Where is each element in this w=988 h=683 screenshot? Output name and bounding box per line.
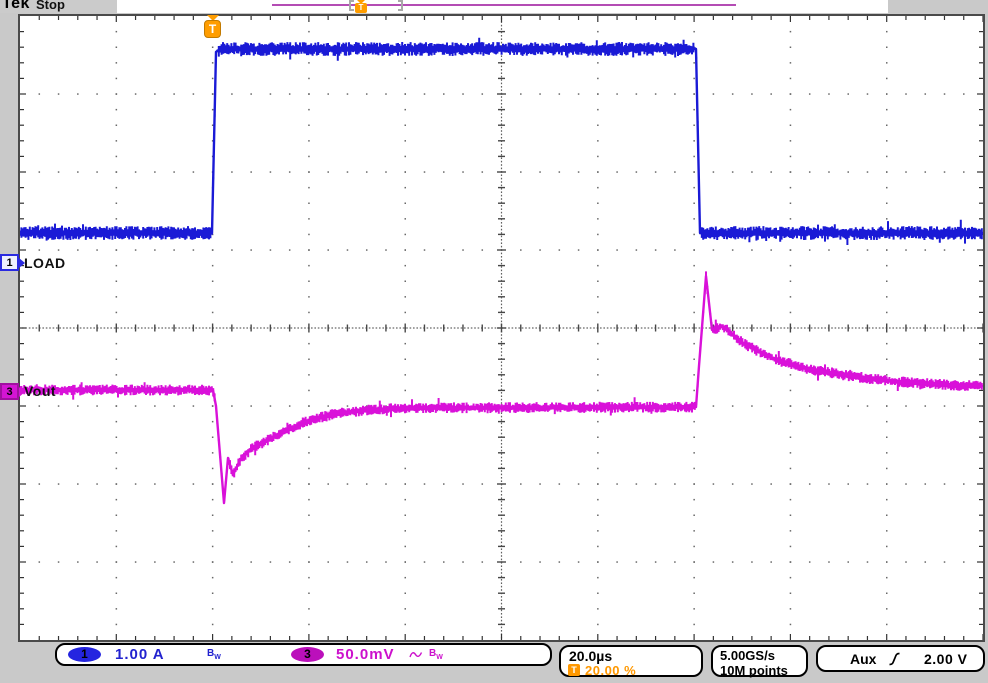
ch1-waveform-label: LOAD <box>24 255 66 271</box>
ch3-bandwidth-limit-icon: BW <box>429 648 443 661</box>
ch1-trace <box>20 49 983 233</box>
ch3-scale-readout: 50.0mV <box>336 646 395 663</box>
ch3-trace-noise-band <box>20 271 982 501</box>
sample-rate-readout: 5.00GS/s <box>720 648 775 663</box>
ch3-badge[interactable]: 3 <box>291 647 324 662</box>
trigger-position-percent: 20.00 % <box>585 663 636 678</box>
record-view-strip: T <box>117 0 888 13</box>
ch3-reference-marker[interactable]: 3 <box>0 383 19 400</box>
acquisition-readout-box[interactable]: 5.00GS/s 10M points <box>711 645 808 677</box>
ch3-sine-wave-icon <box>409 649 423 661</box>
ch3-trace <box>20 276 983 503</box>
brand-status-bar: Tek Stop <box>0 0 117 13</box>
trigger-t-icon: T <box>568 664 580 676</box>
record-window-left-bracket[interactable] <box>349 0 354 11</box>
trigger-level-readout: 2.00 V <box>924 651 967 667</box>
timebase-scale-readout: 20.0µs <box>569 648 612 664</box>
record-view-line <box>272 4 736 6</box>
ch1-badge[interactable]: 1 <box>68 647 101 662</box>
ch3-waveform-label: Vout <box>24 383 56 399</box>
ch1-bandwidth-limit-icon: BW <box>207 648 221 661</box>
timebase-readout-box[interactable]: 20.0µs T 20.00 % <box>559 645 703 677</box>
trigger-source-readout: Aux <box>850 651 876 667</box>
trigger-position-flag[interactable]: T <box>204 14 221 40</box>
channel-readout-box[interactable]: 1 1.00 A BW 3 50.0mV BW <box>55 643 552 666</box>
ch3-marker-number: 3 <box>6 386 12 398</box>
brand-label: Tek <box>2 0 30 13</box>
acquisition-status-label: Stop <box>36 0 65 12</box>
graticule-screen <box>18 14 985 642</box>
record-length-readout: 10M points <box>720 663 788 678</box>
trigger-flag-letter: T <box>204 20 221 38</box>
record-trigger-letter: T <box>355 3 367 13</box>
oscilloscope-screen: Tek Stop T T 1 LOAD 3 <box>0 0 988 683</box>
ch1-reference-marker[interactable]: 1 <box>0 254 19 271</box>
ch1-trace-noise-band <box>20 38 982 245</box>
waveform-plot <box>20 16 983 640</box>
trigger-readout-box[interactable]: Aux 2.00 V <box>816 645 985 672</box>
ch1-marker-number: 1 <box>6 257 12 269</box>
ch1-scale-readout: 1.00 A <box>115 646 165 663</box>
record-trigger-flag[interactable]: T <box>355 0 367 13</box>
rising-edge-icon <box>888 652 901 666</box>
record-window-right-bracket[interactable] <box>398 0 403 11</box>
